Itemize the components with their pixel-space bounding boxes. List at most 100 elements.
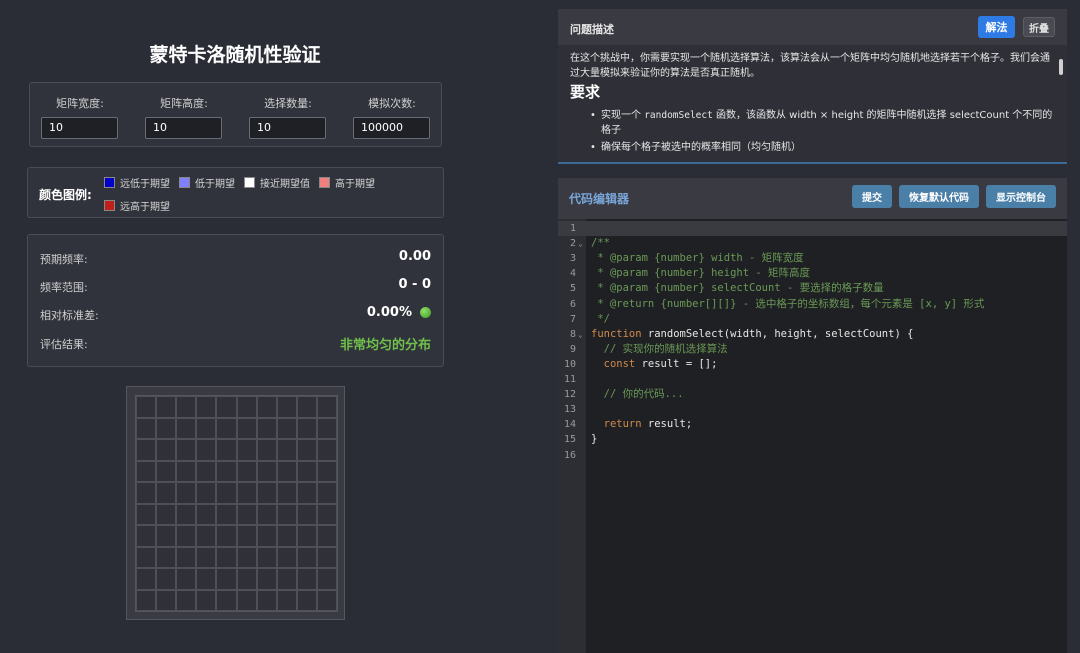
grid-cell [176,439,197,461]
heatmap-container [126,386,345,620]
param-select-count-label: 选择数量: [264,97,312,110]
grid-cell [196,525,217,547]
grid-cell [156,396,177,418]
code-text: /** [591,237,610,250]
code-line: 13 [558,402,1067,417]
grid-cell [196,417,217,439]
code-editor-panel: 代码编辑器 提交 恢复默认代码 显示控制台 1 2 ⌄/** 3 * @param {… [558,178,1067,653]
grid-cell [136,439,157,461]
line-number: 9 [569,343,576,355]
grid-cell [136,589,157,611]
legend-label: 远低于期望 [120,179,170,190]
legend-item-below: 低于期望 [179,175,235,190]
param-simulations-label: 模拟次数: [368,97,416,110]
grid-cell [236,589,257,611]
select-count-input[interactable] [249,116,326,139]
collapse-button[interactable]: 折叠 [1023,17,1055,37]
grid-cell [296,439,317,461]
frequency-range-value: 0 - 0 [398,277,431,292]
height-input[interactable] [145,116,222,139]
grid-cell [136,417,157,439]
requirement-item: 实现一个 randomSelect 函数，该函数从 width × height… [590,108,1058,138]
grid-cell [216,460,237,482]
legend-title: 颜色图例: [39,188,92,202]
expected-frequency-value: 0.00 [398,249,431,264]
grid-cell [296,568,317,590]
grid-cell [176,525,197,547]
solution-button[interactable]: 解法 [978,16,1015,38]
status-indicator-icon [420,307,431,318]
grid-cell [296,546,317,568]
code-text: // 你的代码... [591,388,684,401]
grid-cell [256,525,277,547]
code-line: 1 [558,221,1067,236]
page-title: 蒙特卡洛随机性验证 [149,44,321,66]
grid-cell [196,439,217,461]
grid-cell [236,568,257,590]
grid-cell [316,546,337,568]
fold-chevron-icon[interactable]: ⌄ [578,327,583,342]
submit-button[interactable]: 提交 [852,185,892,208]
width-input[interactable] [41,116,118,139]
grid-cell [136,525,157,547]
grid-cell [176,503,197,525]
grid-cell [256,460,277,482]
grid-cell [196,503,217,525]
grid-cell [256,396,277,418]
code-line: 3 * @param {number} width - 矩阵宽度 [558,251,1067,266]
legend-item-near: 接近期望值 [244,175,310,190]
legend-swatch [179,177,190,188]
grid-cell [276,546,297,568]
grid-cell [196,482,217,504]
fold-chevron-icon[interactable]: ⌄ [578,236,583,251]
show-console-button[interactable]: 显示控制台 [986,185,1056,208]
grid-cell [196,568,217,590]
grid-cell [216,546,237,568]
grid-cell [316,589,337,611]
line-number: 10 [563,358,576,370]
requirements-heading: 要求 [570,83,601,101]
grid-cell [296,396,317,418]
legend-swatch [104,177,115,188]
code-line: 5 * @param {number} selectCount - 要选择的格子… [558,281,1067,296]
code-line: 2 ⌄ /** [558,236,1067,251]
grid-cell [156,525,177,547]
grid-cell [236,503,257,525]
grid-cell [276,589,297,611]
code-editor[interactable]: 1 2 ⌄ /** 3 * @param {number} width - 矩阵宽度 4 … [558,219,1067,653]
legend-item-far-below: 远低于期望 [104,175,170,190]
legend-swatch [319,177,330,188]
grid-cell [276,417,297,439]
grid-cell [236,417,257,439]
code-line: 10 const result = []; [558,357,1067,372]
relative-std-value: 0.00% [366,305,412,320]
legend-label: 高于期望 [335,179,375,190]
grid-cell [236,546,257,568]
description-title: 问题描述 [570,23,614,36]
line-number: 4 [569,268,576,280]
evaluation-result: 非常均匀的分布 [339,338,431,353]
grid-cell [216,525,237,547]
req1-code: randomSelect [644,110,713,121]
grid-cell [176,589,197,611]
restore-default-code-button[interactable]: 恢复默认代码 [899,185,979,208]
simulations-input[interactable] [353,116,430,139]
param-width-label: 矩阵宽度: [56,97,104,110]
evaluation-label: 评估结果: [40,338,88,351]
grid-cell [136,460,157,482]
code-line: 12 // 你的代码... [558,387,1067,402]
grid-cell [156,439,177,461]
description-scrollbar[interactable] [1059,59,1063,75]
grid-cell [256,589,277,611]
grid-cell [196,589,217,611]
grid-cell [136,546,157,568]
code-line: 4 * @param {number} height - 矩阵高度 [558,266,1067,281]
param-select-count: 选择数量: [249,95,327,139]
grid-cell [216,482,237,504]
line-number: 12 [563,389,576,401]
grid-cell [316,396,337,418]
grid-cell [136,568,157,590]
relative-std-label: 相对标准差: [40,309,99,322]
grid-cell [256,503,277,525]
grid-cell [216,396,237,418]
